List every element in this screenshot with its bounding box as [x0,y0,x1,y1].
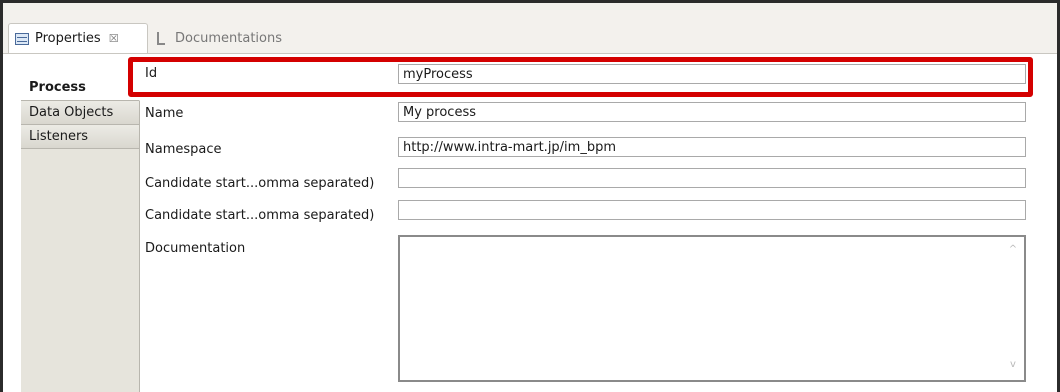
tab-documentations[interactable]: Documentations [153,23,307,53]
documentation-label: Documentation [145,241,246,256]
candidate-starter-users-label: Candidate start...omma separated) [145,176,375,191]
documentation-icon [157,31,165,45]
properties-view: Properties ☒ Documentations Process Data… [0,0,1060,392]
candidate-starter-groups-label: Candidate start...omma separated) [145,208,375,223]
view-tab-bar: Properties ☒ Documentations [3,3,1057,53]
close-icon[interactable]: ☒ [109,32,119,45]
category-tab-listeners[interactable]: Listeners [21,125,139,149]
id-label: Id [145,66,158,81]
tab-properties[interactable]: Properties ☒ [8,23,148,53]
tab-documentations-label: Documentations [175,30,282,46]
category-tab-data-objects[interactable]: Data Objects [21,101,139,125]
category-tab-process[interactable]: Process [21,75,140,101]
namespace-field[interactable] [398,137,1026,157]
documentation-textarea[interactable]: ^ v [398,235,1026,382]
scroll-up-icon[interactable]: ^ [1008,245,1018,255]
id-field[interactable] [398,64,1026,84]
candidate-starter-groups-field[interactable] [398,200,1026,220]
name-label: Name [145,106,184,121]
namespace-label: Namespace [145,142,222,157]
candidate-starter-users-field[interactable] [398,168,1026,188]
scroll-down-icon[interactable]: v [1008,360,1018,370]
name-field[interactable] [398,102,1026,122]
properties-icon [15,32,29,45]
tab-properties-label: Properties [35,31,101,46]
category-tab-list: Process Data Objects Listeners [21,75,140,392]
